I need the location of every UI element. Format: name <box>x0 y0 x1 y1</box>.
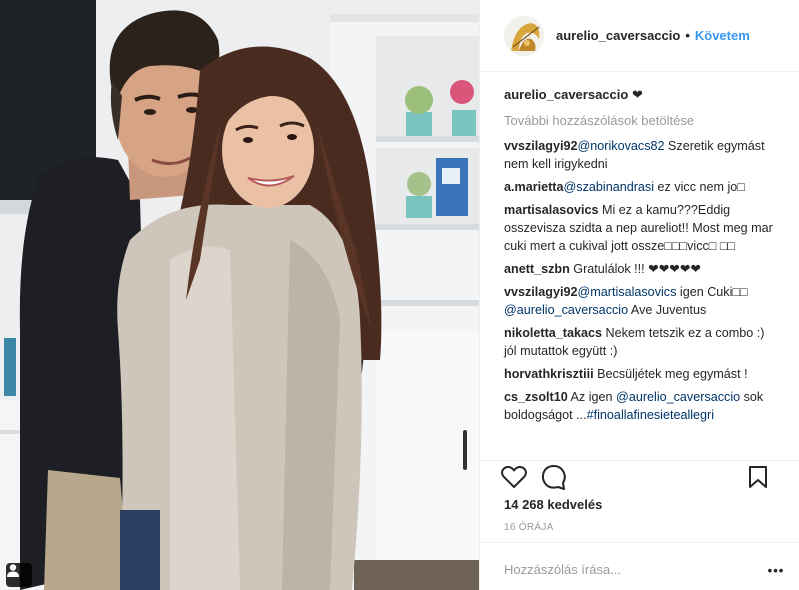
comment-item: vvszilagyi92@norikovacs82 Szeretik egymá… <box>504 137 780 173</box>
comment-username[interactable]: a.marietta <box>504 180 564 194</box>
comment-username[interactable]: horvathkrisztiii <box>504 367 594 381</box>
likes-count[interactable]: 14 268 kedvelés <box>504 497 602 512</box>
comment-button[interactable] <box>540 464 568 492</box>
hashtag-link[interactable]: #finoallafinesieteallegri <box>587 408 714 422</box>
avatar-image <box>505 16 543 55</box>
comment-text: Becsüljétek meg egymást ! <box>593 367 748 381</box>
post: aurelio_caversaccio • Követem aurelio_ca… <box>0 0 799 590</box>
header-separator: • <box>685 28 690 43</box>
photo-illustration <box>0 0 479 590</box>
heart-icon <box>501 465 527 492</box>
comment-username[interactable]: martisalasovics <box>504 203 599 217</box>
comment-item: anett_szbn Gratulálok !!! ❤❤❤❤❤ <box>504 260 780 278</box>
post-photo[interactable] <box>0 0 479 590</box>
post-header: aurelio_caversaccio • Követem <box>480 0 799 72</box>
load-more-comments[interactable]: További hozzászólások betöltése <box>504 112 780 130</box>
comment-username[interactable]: vvszilagyi92 <box>504 139 578 153</box>
post-side-panel: aurelio_caversaccio • Követem aurelio_ca… <box>479 0 799 590</box>
comment-item: vvszilagyi92@martisalasovics igen Cuki□□… <box>504 283 780 319</box>
comment-text: Gratulálok !!! ❤❤❤❤❤ <box>569 262 701 276</box>
caption-text: ❤ <box>631 87 643 102</box>
post-actions <box>500 462 780 496</box>
caption-username[interactable]: aurelio_caversaccio <box>504 87 628 102</box>
post-timestamp[interactable]: 16 ÓRÁJA <box>504 522 554 533</box>
author-username[interactable]: aurelio_caversaccio <box>556 28 680 43</box>
bookmark-icon <box>748 465 768 492</box>
comment-username[interactable]: anett_szbn <box>504 262 570 276</box>
more-options-button[interactable]: ••• <box>766 562 786 578</box>
mention-link[interactable]: @norikovacs82 <box>578 139 665 153</box>
follow-button[interactable]: Követem <box>695 28 750 43</box>
mention-link[interactable]: @szabinandrasi <box>564 180 655 194</box>
comment-item: nikoletta_takacs Nekem tetszik ez a comb… <box>504 324 780 360</box>
like-button[interactable] <box>500 464 528 492</box>
comment-bubble-icon <box>541 464 567 493</box>
mention-link[interactable]: @aurelio_caversaccio <box>616 390 740 404</box>
comment-username[interactable]: cs_zsolt10 <box>504 390 568 404</box>
comment-text: Az igen <box>567 390 617 404</box>
save-button[interactable] <box>744 464 772 492</box>
mention-link[interactable]: @martisalasovics <box>578 285 677 299</box>
add-comment-input[interactable] <box>504 562 744 577</box>
comment-text: igen Cuki□□ <box>676 285 748 299</box>
comment-text: Ave Juventus <box>628 303 707 317</box>
comment-username[interactable]: nikoletta_takacs <box>504 326 602 340</box>
comment-item: martisalasovics Mi ez a kamu???Eddig oss… <box>504 201 780 255</box>
mention-link[interactable]: @aurelio_caversaccio <box>504 303 628 317</box>
comment-item: horvathkrisztiii Becsüljétek meg egymást… <box>504 365 780 383</box>
comment-item: a.marietta@szabinandrasi ez vicc nem jo□ <box>504 178 780 196</box>
comment-item: cs_zsolt10 Az igen @aurelio_caversaccio … <box>504 388 780 424</box>
comments-list: aurelio_caversaccio ❤ További hozzászólá… <box>504 86 780 429</box>
tagged-users-button[interactable] <box>6 563 32 587</box>
comment-username[interactable]: vvszilagyi92 <box>504 285 578 299</box>
author-avatar[interactable] <box>504 15 544 56</box>
post-caption: aurelio_caversaccio ❤ <box>504 86 780 104</box>
comment-container: vvszilagyi92@norikovacs82 Szeretik egymá… <box>504 137 780 424</box>
comment-text: ez vicc nem jo□ <box>654 180 745 194</box>
actions-divider <box>480 460 799 461</box>
